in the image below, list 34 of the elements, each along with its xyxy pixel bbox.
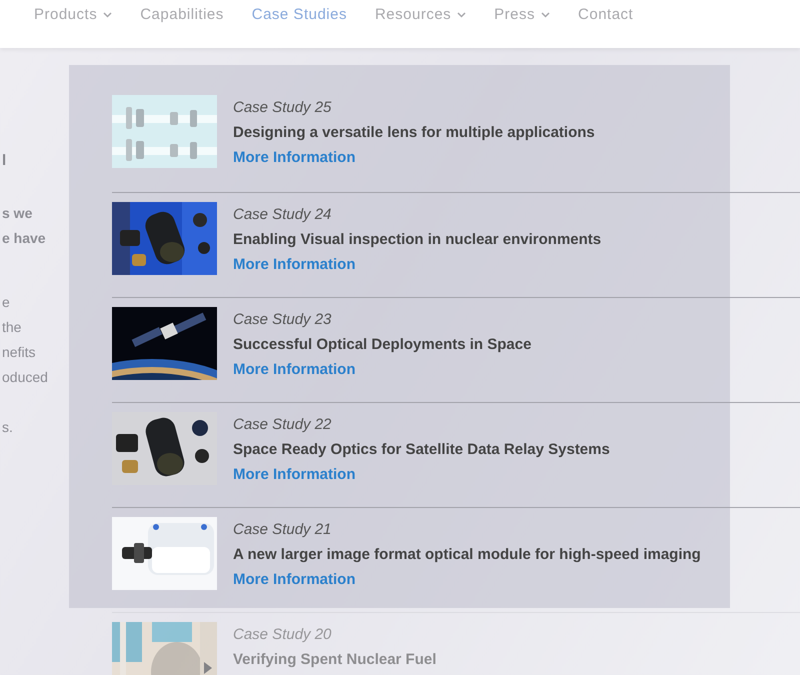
nav-link[interactable]: Products (34, 0, 112, 25)
text-fragment: s. (2, 418, 14, 437)
nav-link[interactable]: Contact (578, 0, 634, 25)
nav-link[interactable]: Case Studies (252, 0, 347, 25)
text-fragment: s we (2, 204, 34, 223)
case-study-title: Enabling Visual inspection in nuclear environments (233, 230, 602, 250)
more-information-link[interactable]: More Information (233, 571, 356, 588)
more-information-link[interactable]: More Information (233, 361, 356, 378)
case-study-number: Case Study 20 (233, 625, 332, 645)
text-fragment: e have (2, 229, 47, 248)
case-study-title: Designing a versatile lens for multiple applications (233, 123, 595, 143)
text-fragment: l (2, 151, 8, 171)
case-study-number: Case Study 23 (233, 310, 332, 330)
more-information-link[interactable]: More Information (233, 466, 356, 483)
chevron-down-icon (457, 12, 466, 18)
case-study-title: Verifying Spent Nuclear Fuel (233, 650, 436, 670)
chevron-down-icon (541, 12, 550, 18)
case-study-number: Case Study 22 (233, 415, 332, 435)
more-information-link[interactable]: More Information (233, 149, 356, 166)
case-study-title: A new larger image format optical module for high-speed imaging (233, 545, 701, 565)
case-study-number: Case Study 21 (233, 520, 332, 540)
nav-link[interactable]: Capabilities (140, 0, 224, 25)
more-information-link[interactable]: More Information (233, 256, 356, 273)
nav-link[interactable]: Press (494, 0, 550, 25)
case-study-title: Space Ready Optics for Satellite Data Relay Systems (233, 440, 610, 460)
case-study-number: Case Study 25 (233, 98, 332, 118)
text-fragment: nefits (2, 343, 36, 362)
chevron-down-icon (103, 12, 112, 18)
text-fragment: oduced (2, 368, 49, 387)
case-study-number: Case Study 24 (233, 205, 332, 225)
text-fragment: the (2, 318, 22, 337)
nav-link[interactable]: Resources (374, 0, 466, 25)
case-study-title: Successful Optical Deployments in Space (233, 335, 532, 355)
text-fragment: e (2, 293, 11, 312)
